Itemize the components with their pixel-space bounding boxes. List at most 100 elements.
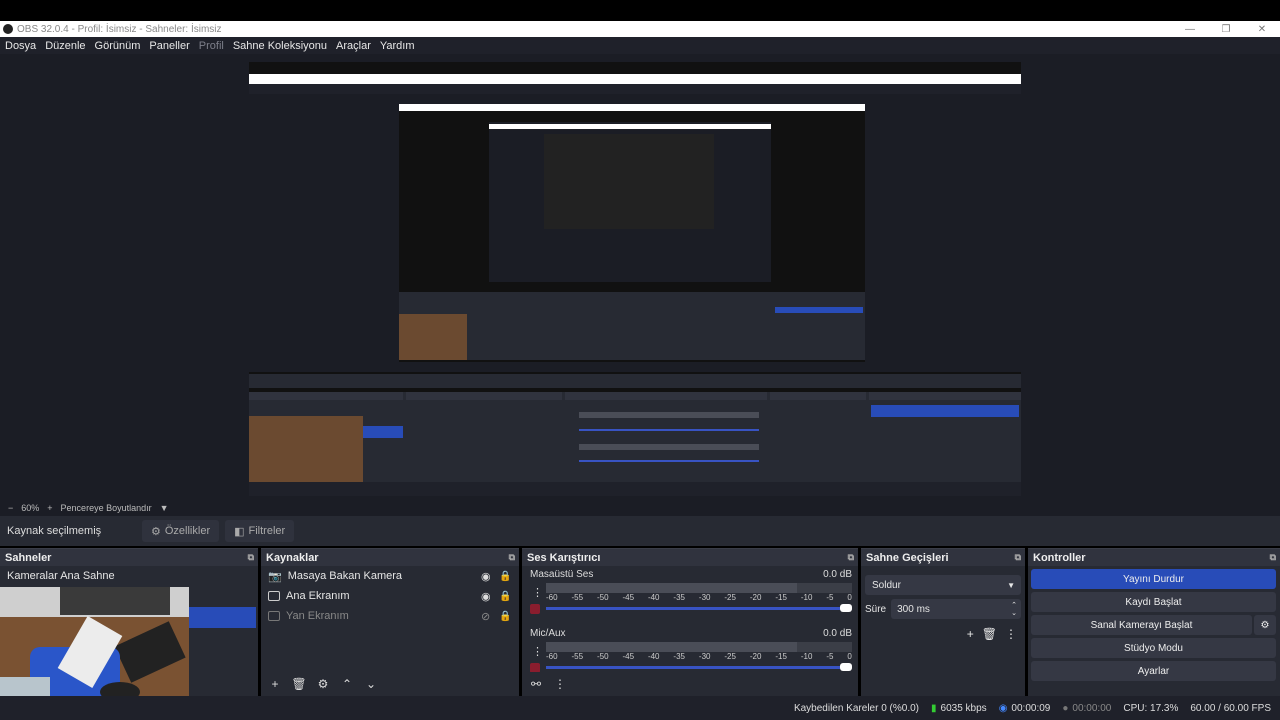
- menu-profile[interactable]: Profil: [199, 40, 224, 52]
- recursive-preview-image: [249, 62, 1021, 496]
- float-dock-icon[interactable]: ⧉: [509, 552, 515, 563]
- volume-meter: [546, 642, 852, 652]
- gear-icon: ⚙: [151, 525, 161, 538]
- more-options-icon[interactable]: ⋮: [532, 586, 543, 599]
- float-dock-icon[interactable]: ⧉: [1015, 552, 1021, 563]
- dropped-frames: Kaybedilen Kareler 0 (%0.0): [793, 702, 920, 714]
- title-bar: OBS 32.0.4 - Profil: İsimsiz - Sahneler:…: [0, 21, 1280, 37]
- more-options-icon[interactable]: ⋮: [552, 676, 568, 692]
- link-icon[interactable]: ⚯: [528, 676, 544, 692]
- chevron-up-icon[interactable]: ⌃: [339, 676, 355, 692]
- scene-selection-highlight[interactable]: [189, 607, 256, 628]
- source-item[interactable]: 📷 Masaya Bakan Kamera ◉ 🔒: [261, 566, 519, 586]
- start-recording-button[interactable]: Kaydı Başlat: [1031, 592, 1276, 612]
- float-dock-icon[interactable]: ⧉: [848, 552, 854, 563]
- volume-meter: [546, 583, 852, 593]
- preview-canvas: [249, 62, 1021, 496]
- filters-label: Filtreler: [248, 525, 286, 537]
- menu-file[interactable]: Dosya: [5, 40, 36, 52]
- stop-streaming-button[interactable]: Yayını Durdur: [1031, 569, 1276, 589]
- eye-hidden-icon[interactable]: ⊘: [481, 610, 493, 623]
- channel-level: 0.0 dB: [823, 628, 852, 639]
- source-item[interactable]: Yan Ekranım ⊘ 🔒: [261, 606, 519, 626]
- source-label: Masaya Bakan Kamera: [287, 570, 403, 582]
- spinner-icon[interactable]: ⌃ ⌄: [1011, 601, 1017, 617]
- menu-tools[interactable]: Araçlar: [336, 40, 371, 52]
- gear-icon[interactable]: ⚙: [1254, 615, 1276, 635]
- filters-button[interactable]: ◧ Filtreler: [225, 520, 295, 542]
- no-source-label: Kaynak seçilmemiş: [7, 525, 102, 537]
- mixer-toolbar: ⚯ ⋮: [522, 672, 858, 696]
- trash-icon[interactable]: 🗑: [291, 676, 307, 692]
- controls-title: Kontroller: [1033, 551, 1086, 564]
- duration-input[interactable]: 300 ms ⌃ ⌄: [891, 599, 1021, 619]
- lock-icon[interactable]: 🔒: [499, 571, 511, 582]
- monitor-icon: [268, 611, 280, 621]
- mixer-channel: Masaüstü Ses 0.0 dB ⋮ -60 -55 -50 -45 -40 -35-…: [522, 566, 858, 614]
- source-label: Ana Ekranım: [286, 590, 350, 602]
- slider-knob[interactable]: [840, 604, 852, 612]
- chevron-down-icon[interactable]: ⌄: [363, 676, 379, 692]
- record-icon: ●: [1062, 702, 1069, 714]
- menu-help[interactable]: Yardım: [380, 40, 415, 52]
- fps: 60.00 / 60.00 FPS: [1190, 702, 1271, 714]
- signal-icon: ▮: [931, 702, 937, 714]
- duration-row: Süre 300 ms ⌃ ⌄: [865, 599, 1021, 619]
- trash-icon[interactable]: 🗑: [982, 627, 997, 641]
- more-options-icon[interactable]: ⋮: [1005, 627, 1017, 641]
- mixer-title: Ses Karıştırıcı: [527, 551, 601, 564]
- camera-icon: 📷: [268, 570, 282, 583]
- zoom-in-button[interactable]: +: [47, 503, 52, 513]
- zoom-out-button[interactable]: −: [8, 503, 13, 513]
- duration-value: 300 ms: [897, 603, 930, 615]
- menu-edit[interactable]: Düzenle: [45, 40, 85, 52]
- scene-label: Kameralar Ana Sahne: [7, 570, 115, 582]
- slider-knob[interactable]: [840, 663, 852, 671]
- menu-docks[interactable]: Paneller: [149, 40, 189, 52]
- scene-item[interactable]: Kameralar Ana Sahne: [0, 566, 258, 586]
- chevron-down-icon[interactable]: ▼: [160, 503, 169, 513]
- settings-button[interactable]: Ayarlar: [1031, 661, 1276, 681]
- transitions-dock: Sahne Geçişleri ⧉ Soldur ▼ Süre 300 ms ⌃ ⌄ +…: [861, 548, 1025, 696]
- transition-toolbar: + 🗑 ⋮: [861, 627, 1017, 641]
- record-time: 00:00:00: [1072, 702, 1112, 714]
- add-icon[interactable]: +: [267, 676, 283, 692]
- minimize-button[interactable]: —: [1172, 24, 1208, 35]
- maximize-button[interactable]: ❐: [1208, 24, 1244, 35]
- more-options-icon[interactable]: ⋮: [532, 645, 543, 658]
- channel-level: 0.0 dB: [823, 569, 852, 580]
- eye-icon[interactable]: ◉: [481, 570, 493, 583]
- source-item[interactable]: Ana Ekranım ◉ 🔒: [261, 586, 519, 606]
- float-dock-icon[interactable]: ⧉: [248, 552, 254, 563]
- meter-ticks: -60 -55 -50 -45 -40 -35 -30 -25 -20 -15 -10 -5 0: [546, 652, 852, 661]
- obs-logo-icon: [3, 24, 13, 34]
- transition-select[interactable]: Soldur ▼: [865, 575, 1021, 595]
- menu-view[interactable]: Görünüm: [95, 40, 141, 52]
- lock-icon[interactable]: 🔒: [499, 591, 511, 602]
- studio-mode-button[interactable]: Stüdyo Modu: [1031, 638, 1276, 658]
- sources-dock: Kaynaklar ⧉ 📷 Masaya Bakan Kamera ◉ 🔒 Ana…: [261, 548, 519, 696]
- menu-scene-collection[interactable]: Sahne Koleksiyonu: [233, 40, 327, 52]
- sources-toolbar: + 🗑 ⚙ ⌃ ⌄: [261, 672, 519, 696]
- eye-icon[interactable]: ◉: [481, 590, 493, 603]
- add-icon[interactable]: +: [967, 627, 974, 641]
- float-dock-icon[interactable]: ⧉: [1270, 552, 1276, 563]
- start-virtualcam-button[interactable]: Sanal Kamerayı Başlat: [1031, 615, 1252, 635]
- mute-icon[interactable]: [530, 604, 540, 614]
- volume-slider[interactable]: [546, 603, 852, 613]
- zoom-mode[interactable]: Pencereye Boyutlandır: [61, 503, 152, 513]
- properties-button[interactable]: ⚙ Özellikler: [142, 520, 220, 542]
- lock-icon[interactable]: 🔒: [499, 611, 511, 622]
- menu-bar: Dosya Düzenle Görünüm Paneller Profil Sa…: [0, 37, 1280, 54]
- virtualcam-row: Sanal Kamerayı Başlat ⚙: [1028, 612, 1280, 635]
- close-button[interactable]: ✕: [1244, 24, 1280, 35]
- stream-icon: ◉: [998, 702, 1008, 714]
- cpu-usage: CPU: 17.3%: [1123, 702, 1179, 714]
- scenes-title: Sahneler: [5, 551, 52, 564]
- volume-slider[interactable]: [546, 662, 852, 672]
- channel-name: Mic/Aux: [530, 628, 566, 639]
- source-label: Yan Ekranım: [286, 610, 349, 622]
- stream-time: 00:00:09: [1011, 702, 1051, 714]
- top-border: [0, 0, 1280, 21]
- gear-icon[interactable]: ⚙: [315, 676, 331, 692]
